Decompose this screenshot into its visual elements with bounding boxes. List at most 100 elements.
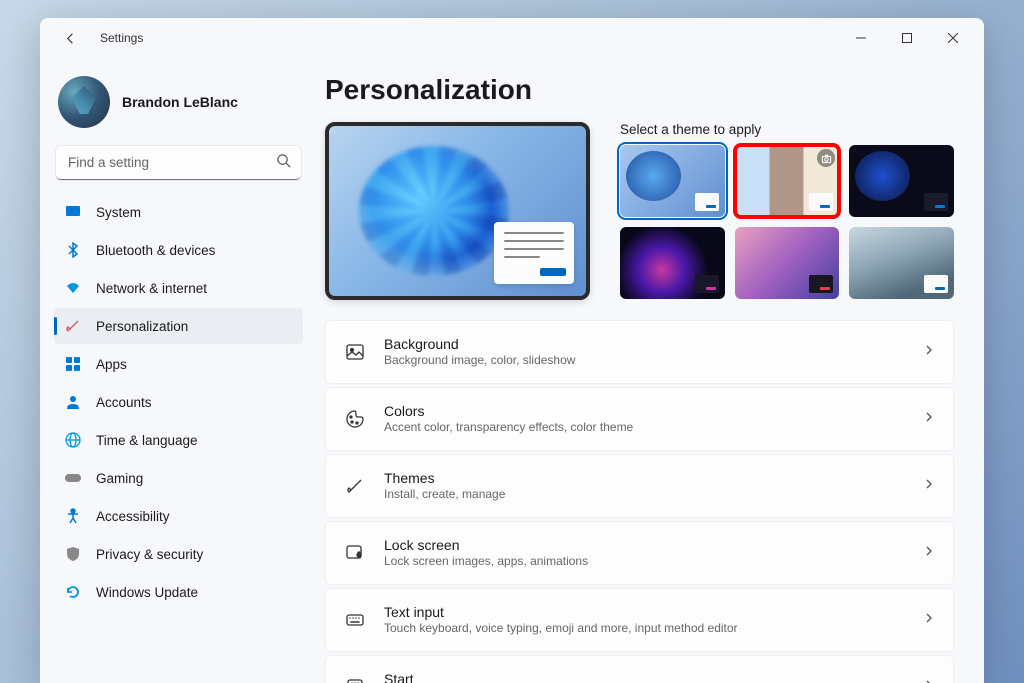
apps-icon [64,355,82,373]
setting-row-themes[interactable]: Themes Install, create, manage [325,454,954,518]
profile-block[interactable]: Brandon LeBlanc [54,68,303,146]
bloom-graphic [359,146,509,276]
search-icon [276,153,291,173]
update-icon [64,583,82,601]
sidebar-item-label: Bluetooth & devices [96,243,215,258]
accessibility-icon [64,507,82,525]
row-text: Background Background image, color, slid… [384,335,923,369]
row-text: Colors Accent color, transparency effect… [384,402,923,436]
maximize-button[interactable] [884,22,930,54]
row-sub: Touch keyboard, voice typing, emoji and … [384,621,923,637]
sidebar-item-label: Apps [96,357,127,372]
account-icon [64,393,82,411]
theme-grid: Windows Spotlight, rotating background i… [620,145,954,299]
sidebar-item-label: System [96,205,141,220]
theme-thumb-4[interactable] [735,227,840,299]
sidebar-item-bluetooth[interactable]: Bluetooth & devices [54,232,303,268]
avatar [58,76,110,128]
theme-thumb-2[interactable] [849,145,954,217]
arrow-left-icon [63,31,78,46]
close-button[interactable] [930,22,976,54]
row-title: Background [384,335,923,353]
brush-icon [64,317,82,335]
row-text: Lock screen Lock screen images, apps, an… [384,536,923,570]
minimize-button[interactable] [838,22,884,54]
titlebar: Settings [40,18,984,58]
search-wrap [56,146,301,180]
row-sub: Background image, color, slideshow [384,353,923,369]
theme-thumb-3[interactable] [620,227,725,299]
start-icon [344,677,366,683]
lockscreen-icon [344,543,366,563]
chevron-right-icon [923,410,935,428]
sidebar-item-personalization[interactable]: Personalization [54,308,303,344]
row-text: Text input Touch keyboard, voice typing,… [384,603,923,637]
gamepad-icon [64,469,82,487]
row-title: Colors [384,402,923,420]
row-title: Start [384,670,923,683]
search-input[interactable] [56,146,301,180]
setting-row-start[interactable]: Start Recent apps and items, folders [325,655,954,683]
sidebar-item-system[interactable]: System [54,194,303,230]
setting-row-colors[interactable]: Colors Accent color, transparency effect… [325,387,954,451]
desktop-preview [325,122,590,300]
preview-window-card [494,222,574,284]
sidebar-item-label: Time & language [96,433,198,448]
sidebar-item-accounts[interactable]: Accounts [54,384,303,420]
setting-row-lockscreen[interactable]: Lock screen Lock screen images, apps, an… [325,521,954,585]
setting-row-textinput[interactable]: Text input Touch keyboard, voice typing,… [325,588,954,652]
row-sub: Lock screen images, apps, animations [384,554,923,570]
sidebar-item-label: Windows Update [96,585,198,600]
keyboard-icon [344,610,366,630]
theme-thumb-5[interactable] [849,227,954,299]
maximize-icon [902,33,912,43]
close-icon [948,33,958,43]
monitor-icon [64,203,82,221]
wifi-icon [64,279,82,297]
sidebar-item-accessibility[interactable]: Accessibility [54,498,303,534]
bluetooth-icon [64,241,82,259]
row-sub: Accent color, transparency effects, colo… [384,420,923,436]
settings-window: Settings Brandon LeBlanc [40,18,984,683]
sidebar-item-time[interactable]: Time & language [54,422,303,458]
row-sub: Install, create, manage [384,487,923,503]
chevron-right-icon [923,477,935,495]
profile-name: Brandon LeBlanc [122,94,238,110]
setting-row-background[interactable]: Background Background image, color, slid… [325,320,954,384]
globe-icon [64,431,82,449]
main-content: Personalization Select a theme to apply … [315,58,984,683]
themes-column: Select a theme to apply Windows Spotligh… [620,122,954,299]
sidebar-item-label: Gaming [96,471,143,486]
theme-thumb-spotlight[interactable]: Windows Spotlight, rotating background i… [735,145,840,217]
theme-thumb-0[interactable] [620,145,725,217]
hero-row: Select a theme to apply Windows Spotligh… [325,122,954,300]
sidebar-item-label: Accessibility [96,509,170,524]
chevron-right-icon [923,611,935,629]
sidebar-item-apps[interactable]: Apps [54,346,303,382]
window-controls [838,22,976,54]
sidebar-item-label: Personalization [96,319,188,334]
sidebar-item-update[interactable]: Windows Update [54,574,303,610]
window-body: Brandon LeBlanc System Bluetooth & devic… [40,58,984,683]
settings-list: Background Background image, color, slid… [325,320,954,683]
back-button[interactable] [56,24,84,52]
sidebar-item-network[interactable]: Network & internet [54,270,303,306]
sidebar-item-label: Privacy & security [96,547,203,562]
row-text: Start Recent apps and items, folders [384,670,923,683]
camera-icon [817,149,835,167]
sidebar: Brandon LeBlanc System Bluetooth & devic… [40,58,315,683]
window-title: Settings [100,31,143,45]
minimize-icon [856,33,866,43]
sidebar-item-gaming[interactable]: Gaming [54,460,303,496]
themes-header: Select a theme to apply [620,122,954,137]
nav-list: System Bluetooth & devices Network & int… [54,194,303,612]
chevron-right-icon [923,678,935,683]
chevron-right-icon [923,343,935,361]
brush-icon [344,476,366,496]
sidebar-item-privacy[interactable]: Privacy & security [54,536,303,572]
row-title: Text input [384,603,923,621]
shield-icon [64,545,82,563]
row-title: Lock screen [384,536,923,554]
row-title: Themes [384,469,923,487]
row-text: Themes Install, create, manage [384,469,923,503]
